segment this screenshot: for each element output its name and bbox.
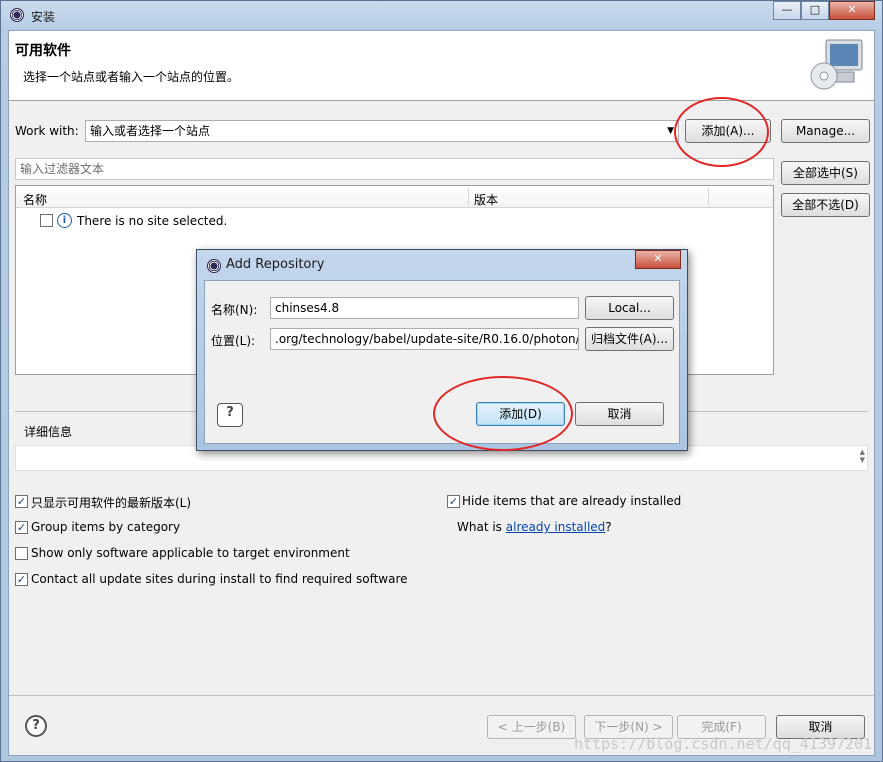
manage-button[interactable]: Manage... bbox=[781, 119, 870, 143]
install-graphic-icon bbox=[810, 39, 863, 90]
dropdown-arrow-icon[interactable]: ▼ bbox=[667, 121, 674, 141]
work-with-label: Work with: bbox=[15, 124, 79, 138]
title-bar[interactable]: 安装 — □ ✕ bbox=[1, 1, 882, 29]
show-applicable-checkbox[interactable] bbox=[15, 547, 28, 560]
hide-installed-checkbox[interactable]: ✓ bbox=[447, 495, 460, 508]
contact-all-label: Contact all update sites during install … bbox=[31, 572, 408, 586]
help-icon[interactable]: ? bbox=[25, 715, 47, 737]
eclipse-logo-icon bbox=[10, 8, 24, 22]
details-label: 详细信息 bbox=[24, 425, 73, 439]
dialog-title: Add Repository bbox=[226, 257, 325, 272]
info-icon: i bbox=[57, 213, 72, 228]
close-icon[interactable]: ✕ bbox=[829, 1, 875, 20]
eclipse-logo-icon bbox=[207, 259, 221, 273]
work-with-combo[interactable]: 输入或者选择一个站点 ▼ bbox=[85, 120, 679, 142]
back-button[interactable]: < 上一步(B) bbox=[487, 715, 576, 739]
already-installed-link[interactable]: already installed bbox=[506, 520, 606, 534]
dialog-client: 名称(N): chinses4.8 Local... 位置(L): .org/t… bbox=[204, 280, 680, 444]
show-latest-label: 只显示可用软件的最新版本(L) bbox=[31, 496, 192, 510]
table-header: 名称 版本 bbox=[16, 186, 773, 208]
window-title: 安装 bbox=[31, 10, 56, 24]
dialog-add-button[interactable]: 添加(D) bbox=[476, 402, 565, 426]
install-window: 安装 — □ ✕ 可用软件 选择一个站点或者输入一个站点的位置。 Work wi… bbox=[0, 0, 883, 762]
maximize-icon[interactable]: □ bbox=[801, 1, 829, 20]
page-title: 可用软件 bbox=[15, 43, 71, 59]
location-input[interactable]: .org/technology/babel/update-site/R0.16.… bbox=[270, 328, 579, 350]
show-latest-checkbox[interactable]: ✓ bbox=[15, 495, 28, 508]
show-applicable-label: Show only software applicable to target … bbox=[31, 546, 350, 560]
hide-installed-label: Hide items that are already installed bbox=[462, 494, 682, 508]
page-description: 选择一个站点或者输入一个站点的位置。 bbox=[23, 70, 240, 84]
footer-separator bbox=[9, 695, 874, 696]
dialog-help-icon[interactable]: ? bbox=[217, 403, 243, 427]
column-divider bbox=[708, 188, 709, 206]
row-checkbox[interactable] bbox=[40, 214, 53, 227]
contact-all-checkbox[interactable]: ✓ bbox=[15, 573, 28, 586]
name-input[interactable]: chinses4.8 bbox=[270, 297, 579, 319]
column-name[interactable]: 名称 bbox=[23, 191, 47, 208]
add-repository-dialog: Add Repository ✕ 名称(N): chinses4.8 Local… bbox=[196, 249, 688, 451]
dialog-close-icon[interactable]: ✕ bbox=[635, 250, 681, 269]
watermark: https://blog.csdn.net/qq_41397201 bbox=[573, 735, 872, 753]
deselect-all-button[interactable]: 全部不选(D) bbox=[781, 193, 870, 217]
local-button[interactable]: Local... bbox=[585, 296, 674, 320]
wizard-header: 可用软件 选择一个站点或者输入一个站点的位置。 bbox=[9, 31, 874, 101]
what-is-suffix: ? bbox=[605, 520, 612, 534]
group-by-category-label: Group items by category bbox=[31, 520, 181, 534]
location-label: 位置(L): bbox=[211, 334, 256, 348]
select-all-button[interactable]: 全部选中(S) bbox=[781, 161, 870, 185]
minimize-icon[interactable]: — bbox=[773, 1, 801, 20]
group-by-category-checkbox[interactable]: ✓ bbox=[15, 521, 28, 534]
name-label: 名称(N): bbox=[211, 303, 258, 317]
what-is-prefix: What is bbox=[457, 520, 506, 534]
add-site-button[interactable]: 添加(A)... bbox=[685, 119, 771, 143]
filter-input[interactable]: 输入过滤器文本 bbox=[15, 158, 774, 180]
what-is-text: What is already installed? bbox=[457, 520, 612, 534]
column-divider bbox=[468, 188, 469, 206]
scroll-arrows-icon[interactable]: ▲ ▼ bbox=[860, 448, 865, 464]
table-row: There is no site selected. bbox=[77, 214, 228, 228]
work-with-placeholder: 输入或者选择一个站点 bbox=[90, 124, 211, 138]
column-version[interactable]: 版本 bbox=[474, 191, 498, 208]
archive-button[interactable]: 归档文件(A)... bbox=[585, 327, 674, 351]
dialog-cancel-button[interactable]: 取消 bbox=[575, 402, 664, 426]
